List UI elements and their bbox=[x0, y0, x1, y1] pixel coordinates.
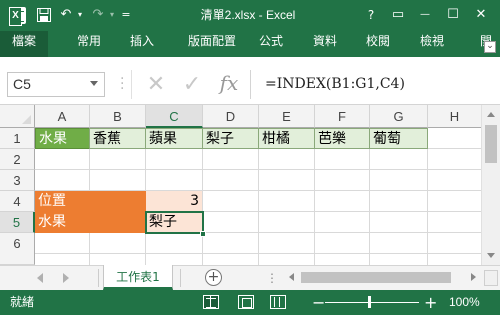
column-header-f[interactable]: F bbox=[315, 105, 370, 128]
zoom-level[interactable]: 100% bbox=[449, 290, 480, 315]
zoom-slider[interactable] bbox=[325, 302, 419, 303]
cell-a5[interactable]: 水果 bbox=[35, 212, 146, 233]
row-header-1[interactable]: 1 bbox=[0, 128, 35, 149]
cell-f1[interactable]: 芭樂 bbox=[314, 128, 370, 149]
tab-review[interactable]: 校閱 bbox=[362, 31, 394, 57]
fill-handle[interactable] bbox=[200, 231, 206, 237]
cell-b1[interactable]: 香蕉 bbox=[89, 128, 146, 149]
tab-formulas[interactable]: 公式 bbox=[255, 31, 287, 57]
formula-input[interactable]: =INDEX(B1:G1,C4) bbox=[250, 70, 500, 99]
scrollbar-corner bbox=[484, 270, 498, 286]
page-layout-view-icon[interactable] bbox=[238, 295, 254, 309]
tab-split-handle-icon[interactable]: ⋮ bbox=[266, 269, 278, 287]
tab-divider bbox=[98, 269, 99, 287]
sheet-tab-1[interactable]: 工作表1 bbox=[103, 265, 173, 290]
close-button[interactable]: ✕ bbox=[470, 4, 492, 26]
tab-home[interactable]: 常用 bbox=[73, 31, 105, 57]
cell-d1[interactable]: 梨子 bbox=[202, 128, 259, 149]
zoom-slider-thumb[interactable] bbox=[368, 296, 371, 308]
status-bar: 就緒 − + 100% bbox=[0, 290, 500, 315]
row-header-5[interactable]: 5 bbox=[0, 212, 35, 233]
scroll-up-icon[interactable] bbox=[487, 112, 495, 117]
ribbon-tabs: 檔案 常用 插入 版面配置 公式 資料 校閱 檢視 開 bbox=[0, 31, 500, 57]
vertical-scroll-thumb[interactable] bbox=[485, 125, 497, 163]
tab-divider bbox=[180, 269, 181, 287]
page-break-preview-icon[interactable] bbox=[270, 295, 286, 309]
sheet-tabs-bar: 工作表1 + ⋮ bbox=[0, 265, 500, 290]
worksheet-grid[interactable]: A B C D E F G H 1 2 3 4 5 6 水果 香蕉 蘋果 梨子 … bbox=[0, 105, 481, 265]
insert-function-icon[interactable]: fx bbox=[216, 70, 242, 97]
column-header-d[interactable]: D bbox=[203, 105, 259, 128]
add-sheet-icon[interactable]: + bbox=[205, 269, 222, 286]
cell-a4[interactable]: 位置 bbox=[35, 191, 146, 212]
tab-file[interactable]: 檔案 bbox=[0, 31, 48, 57]
cell-c1[interactable]: 蘋果 bbox=[145, 128, 203, 149]
column-header-g[interactable]: G bbox=[370, 105, 428, 128]
cell-e1[interactable]: 柑橘 bbox=[258, 128, 315, 149]
cell-g1[interactable]: 葡萄 bbox=[369, 128, 428, 149]
column-header-e[interactable]: E bbox=[259, 105, 315, 128]
column-header-a[interactable]: A bbox=[35, 105, 90, 128]
name-box-dropdown-icon[interactable] bbox=[90, 81, 98, 86]
row-header-4[interactable]: 4 bbox=[0, 191, 35, 212]
tab-page-layout[interactable]: 版面配置 bbox=[182, 31, 242, 57]
scroll-right-icon[interactable] bbox=[471, 273, 476, 281]
expand-ribbon-icon[interactable]: ⌄ bbox=[484, 41, 496, 53]
next-sheet-icon[interactable] bbox=[63, 273, 69, 283]
select-all-corner[interactable] bbox=[0, 105, 35, 128]
zoom-in-icon[interactable]: + bbox=[424, 290, 437, 315]
column-header-b[interactable]: B bbox=[90, 105, 146, 128]
cell-a1[interactable]: 水果 bbox=[35, 128, 90, 149]
scroll-left-icon[interactable] bbox=[289, 273, 294, 281]
formula-bar-grip-icon[interactable]: · · · bbox=[120, 72, 124, 96]
formula-bar-divider bbox=[131, 70, 132, 99]
vertical-scrollbar[interactable] bbox=[481, 105, 500, 265]
row-header-3[interactable]: 3 bbox=[0, 170, 35, 191]
scroll-down-icon[interactable] bbox=[487, 253, 495, 258]
title-bar: ↶ ▾ ↷ ▾ = 清單2.xlsx - Excel ? ▭ — ☐ ✕ bbox=[0, 0, 500, 31]
ribbon-display-options-icon[interactable]: ▭ bbox=[387, 4, 409, 26]
enter-icon[interactable]: ✓ bbox=[179, 72, 205, 97]
cell-c4[interactable]: 3 bbox=[146, 191, 202, 212]
minimize-button[interactable]: — bbox=[414, 4, 436, 26]
status-mode: 就緒 bbox=[10, 295, 35, 309]
maximize-button[interactable]: ☐ bbox=[442, 4, 464, 26]
column-header-c[interactable]: C bbox=[146, 105, 203, 128]
column-header-h[interactable]: H bbox=[428, 105, 481, 128]
previous-sheet-icon[interactable] bbox=[37, 273, 43, 283]
row-header-6[interactable]: 6 bbox=[0, 233, 35, 265]
tab-view[interactable]: 檢視 bbox=[416, 31, 448, 57]
row-header-2[interactable]: 2 bbox=[0, 149, 35, 170]
excel-window: ↶ ▾ ↷ ▾ = 清單2.xlsx - Excel ? ▭ — ☐ ✕ 檔案 … bbox=[0, 0, 500, 315]
tab-insert[interactable]: 插入 bbox=[126, 31, 158, 57]
tab-data[interactable]: 資料 bbox=[309, 31, 341, 57]
horizontal-scroll-thumb[interactable] bbox=[301, 272, 451, 283]
normal-view-icon[interactable] bbox=[203, 295, 219, 309]
window-title: 清單2.xlsx - Excel bbox=[200, 8, 296, 22]
cancel-icon[interactable]: ✕ bbox=[143, 72, 169, 97]
zoom-out-icon[interactable]: − bbox=[312, 290, 325, 315]
active-cell-border bbox=[145, 211, 204, 234]
help-icon[interactable]: ? bbox=[360, 4, 382, 26]
